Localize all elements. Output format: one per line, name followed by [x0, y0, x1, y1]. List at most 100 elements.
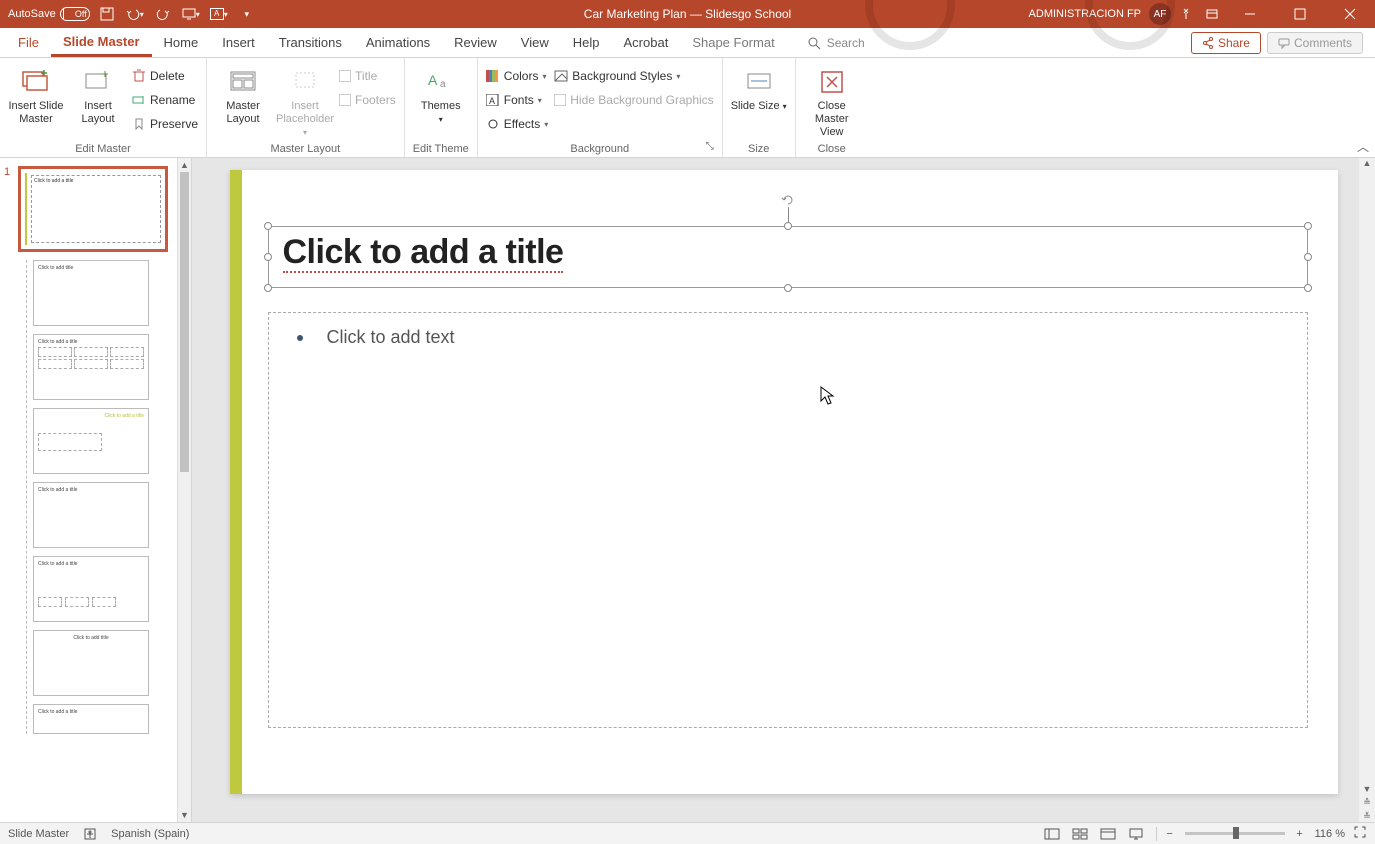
tab-view[interactable]: View	[509, 28, 561, 57]
title-placeholder-box[interactable]: Click to add a title	[268, 226, 1308, 288]
thumb-layout-5[interactable]: Click to add a title	[33, 556, 149, 622]
zoom-in-button[interactable]: +	[1293, 828, 1307, 840]
lightbulb-icon[interactable]	[1175, 3, 1197, 25]
zoom-slider[interactable]	[1185, 832, 1285, 835]
canvas-scrollbar[interactable]: ▲ ▼ ≙ ≚	[1359, 158, 1375, 822]
tab-acrobat[interactable]: Acrobat	[612, 28, 681, 57]
tab-slide-master[interactable]: Slide Master	[51, 28, 152, 57]
save-icon[interactable]	[96, 3, 118, 25]
slide-master-editor[interactable]: Click to add a title Click to add text	[230, 170, 1338, 794]
tab-insert[interactable]: Insert	[210, 28, 267, 57]
resize-handle[interactable]	[784, 222, 792, 230]
bg-styles-label: Background Styles	[572, 69, 672, 83]
canvas-scroll-down-icon[interactable]: ▼	[1359, 784, 1375, 794]
accessibility-icon[interactable]	[83, 827, 97, 841]
resize-handle[interactable]	[264, 222, 272, 230]
tab-review[interactable]: Review	[442, 28, 509, 57]
undo-icon[interactable]: ▾	[124, 3, 146, 25]
slide-master-icon	[20, 66, 52, 98]
status-view-mode[interactable]: Slide Master	[8, 828, 69, 840]
resize-handle[interactable]	[1304, 284, 1312, 292]
tab-transitions[interactable]: Transitions	[267, 28, 354, 57]
next-slide-icon[interactable]: ≚	[1359, 811, 1375, 822]
insert-slide-master-label: Insert Slide Master	[8, 100, 64, 126]
delete-button[interactable]: Delete	[132, 66, 198, 86]
title-placeholder-text[interactable]: Click to add a title	[269, 227, 1307, 278]
fonts-button[interactable]: AFonts ▾	[486, 90, 548, 110]
toggle-switch[interactable]: Off	[60, 7, 90, 21]
scroll-handle[interactable]	[180, 172, 189, 472]
font-box-icon[interactable]: A▾	[208, 3, 230, 25]
qat-customize-icon[interactable]: ▾	[236, 3, 258, 25]
thumb-master[interactable]: Click to add a title	[18, 166, 168, 252]
canvas-scroll-up-icon[interactable]: ▲	[1359, 158, 1375, 172]
redo-icon[interactable]	[152, 3, 174, 25]
fonts-label: Fonts	[504, 93, 534, 107]
svg-text:A: A	[489, 96, 495, 106]
prev-slide-icon[interactable]: ≙	[1359, 797, 1375, 808]
body-placeholder-box[interactable]: Click to add text	[268, 312, 1308, 728]
comments-button[interactable]: Comments	[1267, 32, 1363, 54]
zoom-out-button[interactable]: −	[1163, 828, 1177, 840]
preserve-button[interactable]: Preserve	[132, 114, 198, 134]
delete-label: Delete	[150, 69, 185, 83]
close-button[interactable]	[1327, 0, 1373, 28]
thumb-scrollbar[interactable]: ▲ ▼	[177, 158, 191, 822]
fit-window-icon[interactable]	[1353, 825, 1367, 842]
tab-file[interactable]: File	[6, 28, 51, 57]
minimize-button[interactable]	[1227, 0, 1273, 28]
background-launcher-icon[interactable]: ⤡	[706, 141, 718, 153]
thumb-layout-3[interactable]: Click to add a title	[33, 408, 149, 474]
effects-button[interactable]: Effects ▾	[486, 114, 548, 134]
reading-view-icon[interactable]	[1095, 825, 1121, 843]
collapse-ribbon-icon[interactable]: ︿	[1357, 138, 1369, 155]
resize-handle[interactable]	[264, 284, 272, 292]
scroll-down-icon[interactable]: ▼	[178, 808, 191, 822]
autosave-toggle[interactable]: AutoSave Off	[8, 7, 90, 21]
resize-handle[interactable]	[1304, 253, 1312, 261]
zoom-level[interactable]: 116 %	[1315, 828, 1345, 840]
autosave-label: AutoSave	[8, 8, 56, 20]
background-styles-button[interactable]: Background Styles ▾	[554, 66, 713, 86]
status-language[interactable]: Spanish (Spain)	[111, 828, 189, 840]
maximize-button[interactable]	[1277, 0, 1323, 28]
themes-icon: Aa	[425, 66, 457, 98]
insert-layout-button[interactable]: Insert Layout	[70, 62, 126, 126]
normal-view-icon[interactable]	[1039, 825, 1065, 843]
sorter-view-icon[interactable]	[1067, 825, 1093, 843]
slide-size-button[interactable]: Slide Size ▾	[731, 62, 787, 113]
resize-handle[interactable]	[784, 284, 792, 292]
thumb-layout-1[interactable]: Click to add title	[33, 260, 149, 326]
thumb-layout-4[interactable]: Click to add a title	[33, 482, 149, 548]
rename-button[interactable]: Rename	[132, 90, 198, 110]
themes-label: Themes▾	[421, 100, 461, 126]
scroll-up-icon[interactable]: ▲	[178, 158, 191, 172]
resize-handle[interactable]	[264, 253, 272, 261]
tab-shape-format[interactable]: Shape Format	[680, 28, 786, 57]
colors-button[interactable]: Colors ▾	[486, 66, 548, 86]
document-title: Car Marketing Plan — Slidesgo School	[584, 7, 791, 21]
zoom-slider-knob[interactable]	[1233, 827, 1239, 839]
present-icon[interactable]: ▾	[180, 3, 202, 25]
thumb-layout-2[interactable]: Click to add a title	[33, 334, 149, 400]
tab-help[interactable]: Help	[561, 28, 612, 57]
tab-animations[interactable]: Animations	[354, 28, 442, 57]
autosave-state: Off	[75, 9, 87, 19]
body-placeholder-text[interactable]: Click to add text	[269, 313, 1307, 362]
tab-home[interactable]: Home	[152, 28, 211, 57]
share-button[interactable]: Share	[1191, 32, 1261, 54]
master-layout-button[interactable]: Master Layout	[215, 62, 271, 126]
slide-size-icon	[743, 66, 775, 98]
slide-canvas[interactable]: Click to add a title Click to add text ▲…	[192, 158, 1375, 822]
close-master-view-button[interactable]: Close Master View	[804, 62, 860, 140]
resize-handle[interactable]	[1304, 222, 1312, 230]
themes-button[interactable]: Aa Themes▾	[413, 62, 469, 126]
rotate-handle-icon[interactable]	[781, 193, 795, 207]
ribbon-display-icon[interactable]	[1201, 3, 1223, 25]
group-size: Slide Size ▾ Size	[723, 58, 796, 157]
insert-slide-master-button[interactable]: Insert Slide Master	[8, 62, 64, 126]
svg-text:A: A	[428, 72, 438, 88]
slideshow-view-icon[interactable]	[1123, 825, 1149, 843]
thumb-layout-7[interactable]: Click to add a title	[33, 704, 149, 734]
thumb-layout-6[interactable]: Click to add title	[33, 630, 149, 696]
